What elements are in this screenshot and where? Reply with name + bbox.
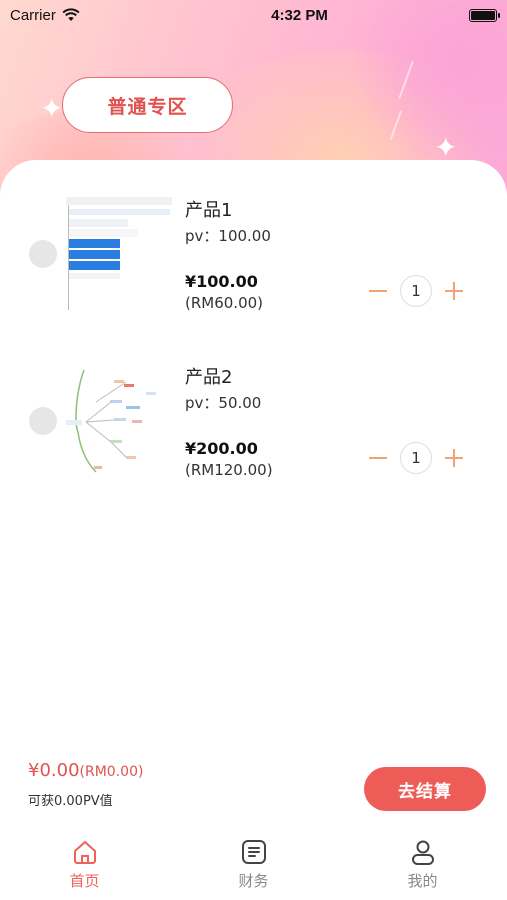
plus-button[interactable] — [444, 448, 464, 468]
minus-button[interactable] — [368, 448, 388, 468]
tab-finance[interactable]: 财务 — [169, 838, 338, 900]
total-amount-rm: (RM0.00) — [79, 764, 144, 780]
product-price-rm: (RM120.00) — [185, 461, 273, 479]
pv-summary: 可获0.00PV值 — [28, 794, 113, 809]
wifi-icon — [62, 8, 80, 21]
product-name: 产品1 — [185, 200, 233, 221]
product-thumbnail — [66, 362, 172, 480]
battery-icon — [469, 8, 500, 22]
product-price: ¥200.00 — [185, 439, 258, 458]
product-price-rm: (RM60.00) — [185, 294, 264, 312]
quantity-value[interactable]: 1 — [400, 442, 432, 474]
select-radio[interactable] — [29, 407, 57, 435]
zone-button[interactable]: 普通专区 — [62, 77, 233, 133]
quantity-stepper: 1 — [368, 442, 464, 474]
sparkle-icon: ✦ — [434, 131, 458, 164]
tab-label: 首页 — [69, 872, 100, 890]
quantity-stepper: 1 — [368, 275, 464, 307]
carrier-label: Carrier — [10, 6, 56, 24]
product-item: 产品2 pv：50.00 ¥200.00 (RM120.00) 1 — [0, 357, 507, 507]
home-icon — [73, 841, 96, 864]
total-amount-value: ¥0.00 — [28, 760, 80, 781]
user-icon — [411, 840, 434, 865]
sparkle-icon: ✦ — [40, 92, 64, 125]
ledger-icon — [241, 840, 266, 864]
product-item: 产品1 pv：100.00 ¥100.00 (RM60.00) 1 — [0, 190, 507, 340]
tab-label: 财务 — [238, 872, 269, 890]
product-pv: pv：100.00 — [185, 227, 271, 245]
product-price: ¥100.00 — [185, 272, 258, 291]
checkout-button[interactable]: 去结算 — [364, 767, 486, 811]
total-amount: ¥0.00(RM0.00) — [28, 760, 143, 781]
status-bar: Carrier 4:32 PM — [0, 0, 507, 30]
tab-bar: 首页 财务 我的 — [0, 838, 507, 900]
tab-label: 我的 — [407, 872, 438, 890]
tab-mine[interactable]: 我的 — [338, 838, 507, 900]
product-name: 产品2 — [185, 367, 233, 388]
status-time: 4:32 PM — [271, 6, 328, 24]
minus-button[interactable] — [368, 281, 388, 301]
product-thumbnail — [66, 195, 172, 313]
quantity-value[interactable]: 1 — [400, 275, 432, 307]
tab-home[interactable]: 首页 — [0, 838, 169, 900]
select-radio[interactable] — [29, 240, 57, 268]
product-pv: pv：50.00 — [185, 394, 262, 412]
plus-button[interactable] — [444, 281, 464, 301]
